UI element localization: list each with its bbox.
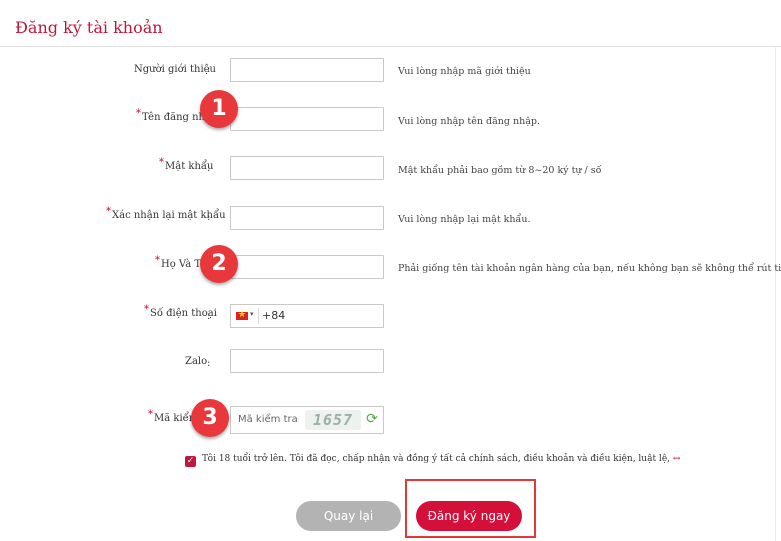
refresh-icon[interactable]: ⟳ bbox=[364, 411, 380, 427]
required-mark: * bbox=[148, 409, 153, 420]
label-colon: : bbox=[207, 311, 211, 322]
username-input[interactable] bbox=[230, 107, 384, 131]
hint-full-name: Phải giống tên tài khoản ngân hàng của b… bbox=[398, 263, 781, 274]
full-name-input[interactable] bbox=[230, 255, 384, 279]
confirm-password-input[interactable] bbox=[230, 206, 384, 230]
required-mark: * bbox=[106, 206, 111, 217]
phone-value[interactable]: +84 bbox=[262, 305, 285, 327]
annotation-badge-2: 2 bbox=[200, 245, 238, 283]
page-title: Đăng ký tài khoản bbox=[15, 18, 163, 37]
vietnam-flag-icon[interactable]: ★ bbox=[236, 310, 248, 320]
referrer-input[interactable] bbox=[230, 58, 384, 82]
label-password: *Mật khẩu bbox=[159, 157, 214, 172]
required-mark: * bbox=[136, 108, 141, 119]
terms-expand-icon[interactable]: ↔ bbox=[673, 454, 681, 464]
flag-star-icon: ★ bbox=[238, 310, 247, 320]
terms-text: Tôi 18 tuổi trở lên. Tôi đã đọc, chấp nh… bbox=[202, 454, 681, 464]
right-divider bbox=[775, 46, 776, 541]
register-button[interactable]: Đăng ký ngay bbox=[416, 501, 522, 531]
terms-checkbox[interactable]: ✓ bbox=[185, 456, 196, 467]
annotation-badge-1: 1 bbox=[200, 90, 238, 128]
hint-confirm-password: Vui lòng nhập lại mật khẩu. bbox=[398, 214, 531, 225]
label-referrer: Người giới thiệu bbox=[134, 64, 217, 75]
phone-separator bbox=[258, 308, 259, 324]
required-mark: * bbox=[159, 157, 164, 168]
label-colon: : bbox=[207, 163, 211, 174]
chevron-down-icon[interactable]: ▾ bbox=[250, 310, 254, 318]
back-button[interactable]: Quay lại bbox=[296, 501, 401, 531]
password-input[interactable] bbox=[230, 156, 384, 180]
label-colon: : bbox=[207, 212, 211, 223]
title-divider bbox=[0, 46, 781, 47]
label-colon: : bbox=[207, 358, 211, 369]
hint-password: Mật khẩu phải bao gồm từ 8~20 ký tự / số bbox=[398, 165, 602, 176]
captcha-input[interactable]: Mã kiểm tra bbox=[238, 407, 298, 433]
annotation-badge-3: 3 bbox=[191, 399, 229, 437]
label-colon: : bbox=[207, 64, 211, 75]
zalo-input[interactable] bbox=[230, 349, 384, 373]
required-mark: * bbox=[144, 304, 149, 315]
hint-username: Vui lòng nhập tên đăng nhập. bbox=[398, 116, 540, 127]
label-phone: *Số điện thoại bbox=[144, 304, 217, 319]
label-zalo: Zalo bbox=[185, 356, 208, 367]
required-mark: * bbox=[155, 255, 160, 266]
captcha-field[interactable]: Mã kiểm tra 1657 ⟳ bbox=[230, 406, 384, 434]
captcha-image: 1657 bbox=[305, 410, 361, 430]
phone-input[interactable]: ★ ▾ +84 bbox=[230, 304, 384, 328]
hint-referrer: Vui lòng nhập mã giới thiệu bbox=[398, 66, 531, 77]
